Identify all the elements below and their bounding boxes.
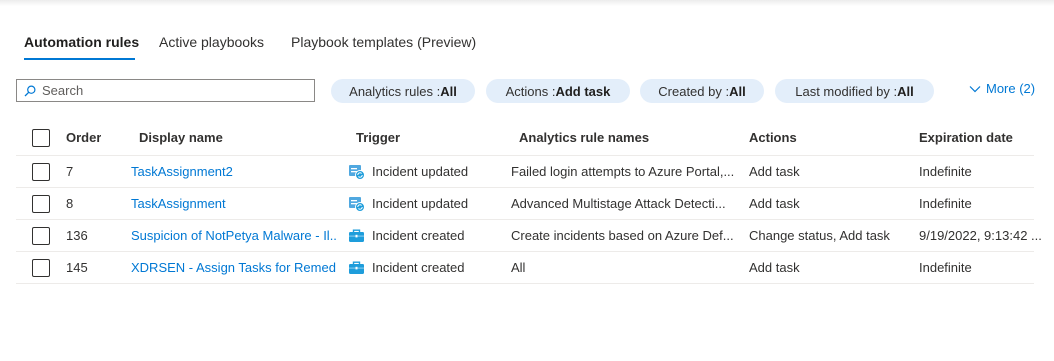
expiration-cell: Indefinite <box>919 196 972 211</box>
actions-cell: Add task <box>749 260 800 275</box>
more-filters-label: More (2) <box>986 81 1036 96</box>
actions-cell: Add task <box>749 196 800 211</box>
tab-playbook-templates[interactable]: Playbook templates (Preview) <box>291 34 476 50</box>
active-tab-indicator <box>24 58 135 60</box>
table-header: Order Display name Trigger Analytics rul… <box>16 120 1034 156</box>
filter-value: All <box>897 83 914 99</box>
chevron-down-icon <box>969 85 981 92</box>
incident-updated-icon <box>349 196 365 212</box>
order-cell: 136 <box>66 228 88 243</box>
select-all-checkbox[interactable] <box>32 129 50 147</box>
expiration-cell: Indefinite <box>919 164 972 179</box>
rule-names-cell: All <box>511 260 526 275</box>
table-row[interactable]: 8 TaskAssignment Incident updated Advanc… <box>16 188 1034 220</box>
column-header-trigger[interactable]: Trigger <box>356 120 400 155</box>
actions-cell: Add task <box>749 164 800 179</box>
actions-cell: Change status, Add task <box>749 228 890 243</box>
filter-last-modified-by[interactable]: Last modified by : All <box>775 79 934 103</box>
row-checkbox[interactable] <box>32 259 50 277</box>
rule-names-cell: Create incidents based on Azure Def... <box>511 228 734 243</box>
rule-names-cell: Advanced Multistage Attack Detecti... <box>511 196 726 211</box>
trigger-cell: Incident created <box>348 220 465 251</box>
search-icon <box>24 84 36 96</box>
display-name-link[interactable]: TaskAssignment2 <box>131 156 336 187</box>
filter-analytics-rules[interactable]: Analytics rules : All <box>331 79 475 103</box>
filter-value: Add task <box>555 83 611 99</box>
tab-automation-rules[interactable]: Automation rules <box>24 34 139 50</box>
filter-created-by[interactable]: Created by : All <box>640 79 764 103</box>
incident-created-icon <box>349 261 364 274</box>
filter-value: All <box>729 83 746 99</box>
column-header-analytics-rule-names[interactable]: Analytics rule names <box>519 120 649 155</box>
trigger-label: Incident created <box>372 228 465 243</box>
display-name-link[interactable]: TaskAssignment <box>131 188 336 219</box>
order-cell: 145 <box>66 260 88 275</box>
display-name-link[interactable]: XDRSEN - Assign Tasks for Remedi... <box>131 252 336 283</box>
expiration-cell: 9/19/2022, 9:13:42 ... <box>919 228 1042 243</box>
filter-label: Analytics rules : <box>349 83 441 99</box>
rule-names-cell: Failed login attempts to Azure Portal,..… <box>511 164 735 179</box>
search-box[interactable] <box>16 79 315 102</box>
filter-label: Actions : <box>505 83 556 99</box>
trigger-label: Incident updated <box>372 196 469 211</box>
table-row[interactable]: 7 TaskAssignment2 Incident updated Faile… <box>16 156 1034 188</box>
display-name-link[interactable]: Suspicion of NotPetya Malware - Il... <box>131 220 336 251</box>
order-cell: 8 <box>66 196 74 211</box>
search-input[interactable] <box>42 83 302 98</box>
incident-created-icon <box>349 229 364 242</box>
column-header-order[interactable]: Order <box>66 120 101 155</box>
row-checkbox[interactable] <box>32 195 50 213</box>
filter-value: All <box>440 83 457 99</box>
row-checkbox[interactable] <box>32 163 50 181</box>
expiration-cell: Indefinite <box>919 260 972 275</box>
filter-label: Last modified by : <box>795 83 898 99</box>
table-row[interactable]: 136 Suspicion of NotPetya Malware - Il..… <box>16 220 1042 252</box>
row-checkbox[interactable] <box>32 227 50 245</box>
incident-updated-icon <box>349 164 365 180</box>
order-cell: 7 <box>66 164 74 179</box>
trigger-label: Incident updated <box>372 164 469 179</box>
automation-rules-table: Order Display name Trigger Analytics rul… <box>16 120 1042 284</box>
column-header-actions[interactable]: Actions <box>749 120 797 155</box>
trigger-label: Incident created <box>372 260 465 275</box>
filter-label: Created by : <box>658 83 730 99</box>
trigger-cell: Incident updated <box>348 188 468 219</box>
column-header-expiration-date[interactable]: Expiration date <box>919 120 1013 155</box>
more-filters-button[interactable]: More (2) <box>969 81 1035 96</box>
filter-actions[interactable]: Actions : Add task <box>486 79 630 103</box>
table-row[interactable]: 145 XDRSEN - Assign Tasks for Remedi... … <box>16 252 1034 284</box>
column-header-display-name[interactable]: Display name <box>139 120 223 155</box>
top-bar-shadow <box>0 0 1054 6</box>
trigger-cell: Incident updated <box>348 156 468 187</box>
tab-active-playbooks[interactable]: Active playbooks <box>159 34 264 50</box>
trigger-cell: Incident created <box>348 252 465 283</box>
